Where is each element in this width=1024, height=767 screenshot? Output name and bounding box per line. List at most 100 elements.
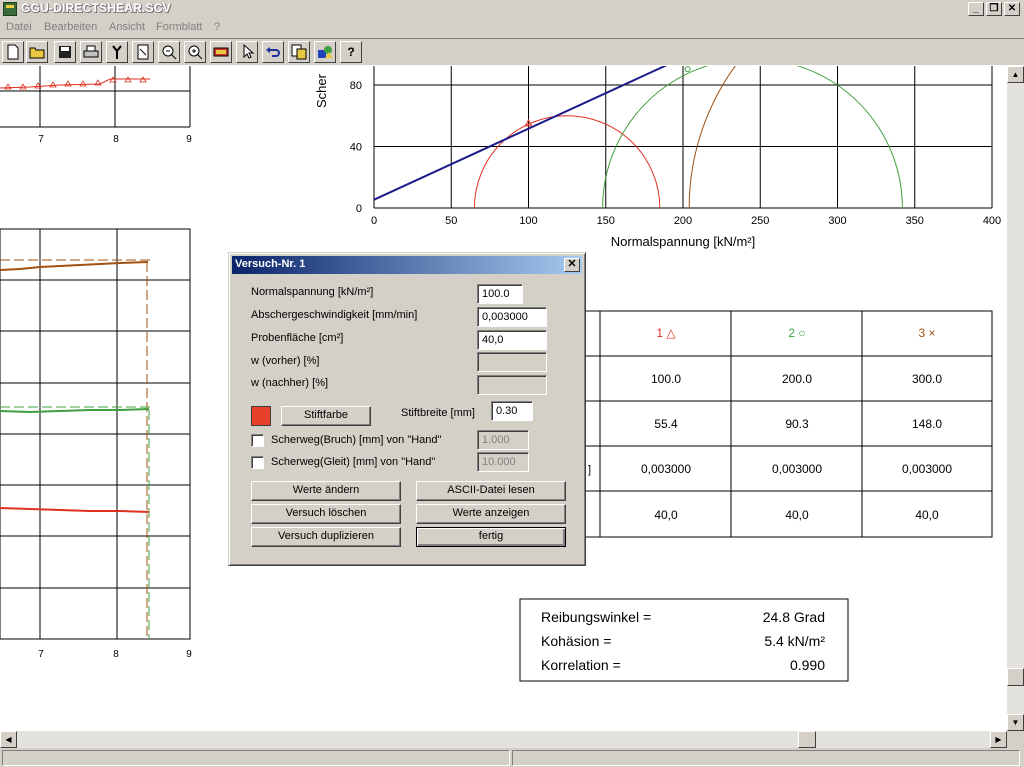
status-bar <box>0 749 1024 767</box>
delete-test-button[interactable]: Versuch löschen <box>251 504 401 524</box>
water-after-label: w (nachher) [%] <box>251 377 329 389</box>
mohr-grid <box>373 66 993 209</box>
page-view-button[interactable] <box>132 41 154 63</box>
zoom-out-icon <box>162 45 177 60</box>
read-ascii-button[interactable]: ASCII-Datei lesen <box>416 481 566 501</box>
status-pane-2 <box>512 750 1020 766</box>
pen-color-swatch <box>251 406 271 426</box>
horizontal-scrollbar[interactable]: ◀ ▶ <box>0 731 1007 748</box>
zoom-out-button[interactable] <box>158 41 180 63</box>
table-cell: 40,0 <box>785 508 809 522</box>
done-button[interactable]: fertig <box>416 527 566 547</box>
water-before-label: w (vorher) [%] <box>251 355 320 367</box>
break-manual-checkbox[interactable] <box>251 434 264 447</box>
pen-width-label: Stiftbreite [mm] <box>401 407 475 419</box>
tools-button[interactable] <box>106 41 128 63</box>
menu-help[interactable]: ? <box>214 21 220 33</box>
zoom-in-button[interactable] <box>184 41 206 63</box>
mohr-y-axis-label: Scher <box>314 73 329 108</box>
summary-box: Reibungswinkel = 24.8 Grad Kohäsion = 5.… <box>519 598 849 682</box>
change-values-button[interactable]: Werte ändern <box>251 481 401 501</box>
scroll-up-button[interactable]: ▲ <box>1007 66 1024 83</box>
menu-bearbeiten[interactable]: Bearbeiten <box>44 21 97 33</box>
shear-rate-input[interactable] <box>477 307 547 327</box>
copy-icon <box>291 44 307 60</box>
print-button[interactable] <box>80 41 102 63</box>
close-icon: ✕ <box>567 258 577 270</box>
scroll-right-button[interactable]: ▶ <box>990 731 1007 748</box>
slide-manual-label: Scherweg(Gleit) [mm] von "Hand" <box>271 456 436 468</box>
left-chart-bottom: 7 8 9 <box>0 228 192 660</box>
table-cell: 0,003000 <box>641 462 691 476</box>
horizontal-scroll-thumb[interactable] <box>798 731 816 748</box>
shapes-button[interactable] <box>314 41 336 63</box>
table-cell: 100.0 <box>651 372 681 386</box>
minimize-button[interactable]: _ <box>968 2 984 16</box>
mohr-x-tick: 250 <box>751 215 769 227</box>
scroll-down-button[interactable]: ▼ <box>1007 714 1024 731</box>
menu-datei[interactable]: Datei <box>6 21 32 33</box>
sample-area-input[interactable] <box>477 330 547 350</box>
zoom-in-icon <box>188 45 203 60</box>
normal-stress-input[interactable] <box>477 284 523 304</box>
fill-button[interactable] <box>210 41 232 63</box>
mohr-x-tick: 0 <box>371 215 377 227</box>
sample-area-label: Probenfläche [cm²] <box>251 332 344 344</box>
pointer-button[interactable] <box>236 41 258 63</box>
slide-manual-checkbox[interactable] <box>251 456 264 469</box>
cohesion-value: 5.4 kN/m² <box>764 633 825 649</box>
table-cell: 200.0 <box>782 372 812 386</box>
water-after-input <box>477 375 547 395</box>
mohr-x-tick: 300 <box>828 215 846 227</box>
copy-button[interactable] <box>288 41 310 63</box>
show-values-button[interactable]: Werte anzeigen <box>416 504 566 524</box>
table-header-3: 3 × <box>918 326 935 340</box>
close-button[interactable]: ✕ <box>1004 2 1020 16</box>
pen-color-button[interactable]: Stiftfarbe <box>281 406 371 426</box>
mohr-x-tick: 400 <box>983 215 1001 227</box>
normal-stress-label: Normalspannung [kN/m²] <box>251 286 374 298</box>
new-file-button[interactable] <box>2 41 24 63</box>
maximize-button[interactable]: ❐ <box>986 2 1002 16</box>
menu-ansicht[interactable]: Ansicht <box>109 21 145 33</box>
vertical-scrollbar[interactable]: ▲ ▼ <box>1007 66 1024 731</box>
window-controls: _ ❐ ✕ <box>966 2 1020 16</box>
vertical-scroll-thumb[interactable] <box>1007 668 1024 686</box>
friction-angle-value: 24.8 Grad <box>763 609 825 625</box>
water-before-input <box>477 352 547 372</box>
dialog-close-button[interactable]: ✕ <box>564 258 580 272</box>
break-manual-label: Scherweg(Bruch) [mm] von "Hand" <box>271 434 442 446</box>
cohesion-label: Kohäsion = <box>541 633 611 649</box>
arrow-down-icon: ▼ <box>1011 718 1020 727</box>
arrow-left-icon: ◀ <box>5 735 12 744</box>
undo-icon <box>266 47 280 57</box>
x-tick: 7 <box>38 134 44 145</box>
menu-formblatt[interactable]: Formblatt <box>156 21 202 33</box>
fill-icon <box>213 47 229 57</box>
mohr-x-ticks: 0 50 100 150 200 250 300 350 400 <box>371 215 1001 227</box>
correlation-label: Korrelation = <box>541 657 621 673</box>
table-cell: 0,003000 <box>902 462 952 476</box>
friction-angle-label: Reibungswinkel = <box>541 609 651 625</box>
table-cell: 148.0 <box>912 417 942 431</box>
window-title: GGU-DIRECTSHEAR.SCV <box>21 1 171 15</box>
help-button[interactable]: ? <box>340 41 362 63</box>
open-button[interactable] <box>26 41 48 63</box>
save-button[interactable] <box>54 41 76 63</box>
open-folder-icon <box>29 47 45 59</box>
pen-width-input[interactable] <box>491 401 533 421</box>
app-icon <box>3 2 17 16</box>
left-chart-top: 7 8 9 <box>0 66 192 145</box>
x-tick: 9 <box>186 649 192 660</box>
table-cell: 300.0 <box>912 372 942 386</box>
print-icon <box>83 45 99 58</box>
mohr-x-tick: 100 <box>519 215 537 227</box>
arrow-up-icon: ▲ <box>1011 70 1020 79</box>
x-tick: 7 <box>38 649 44 660</box>
tools-icon <box>112 45 122 59</box>
duplicate-test-button[interactable]: Versuch duplizieren <box>251 527 401 547</box>
undo-button[interactable] <box>262 41 284 63</box>
help-icon: ? <box>347 45 355 59</box>
table-header-2: 2 ○ <box>788 326 805 340</box>
scroll-left-button[interactable]: ◀ <box>0 731 17 748</box>
